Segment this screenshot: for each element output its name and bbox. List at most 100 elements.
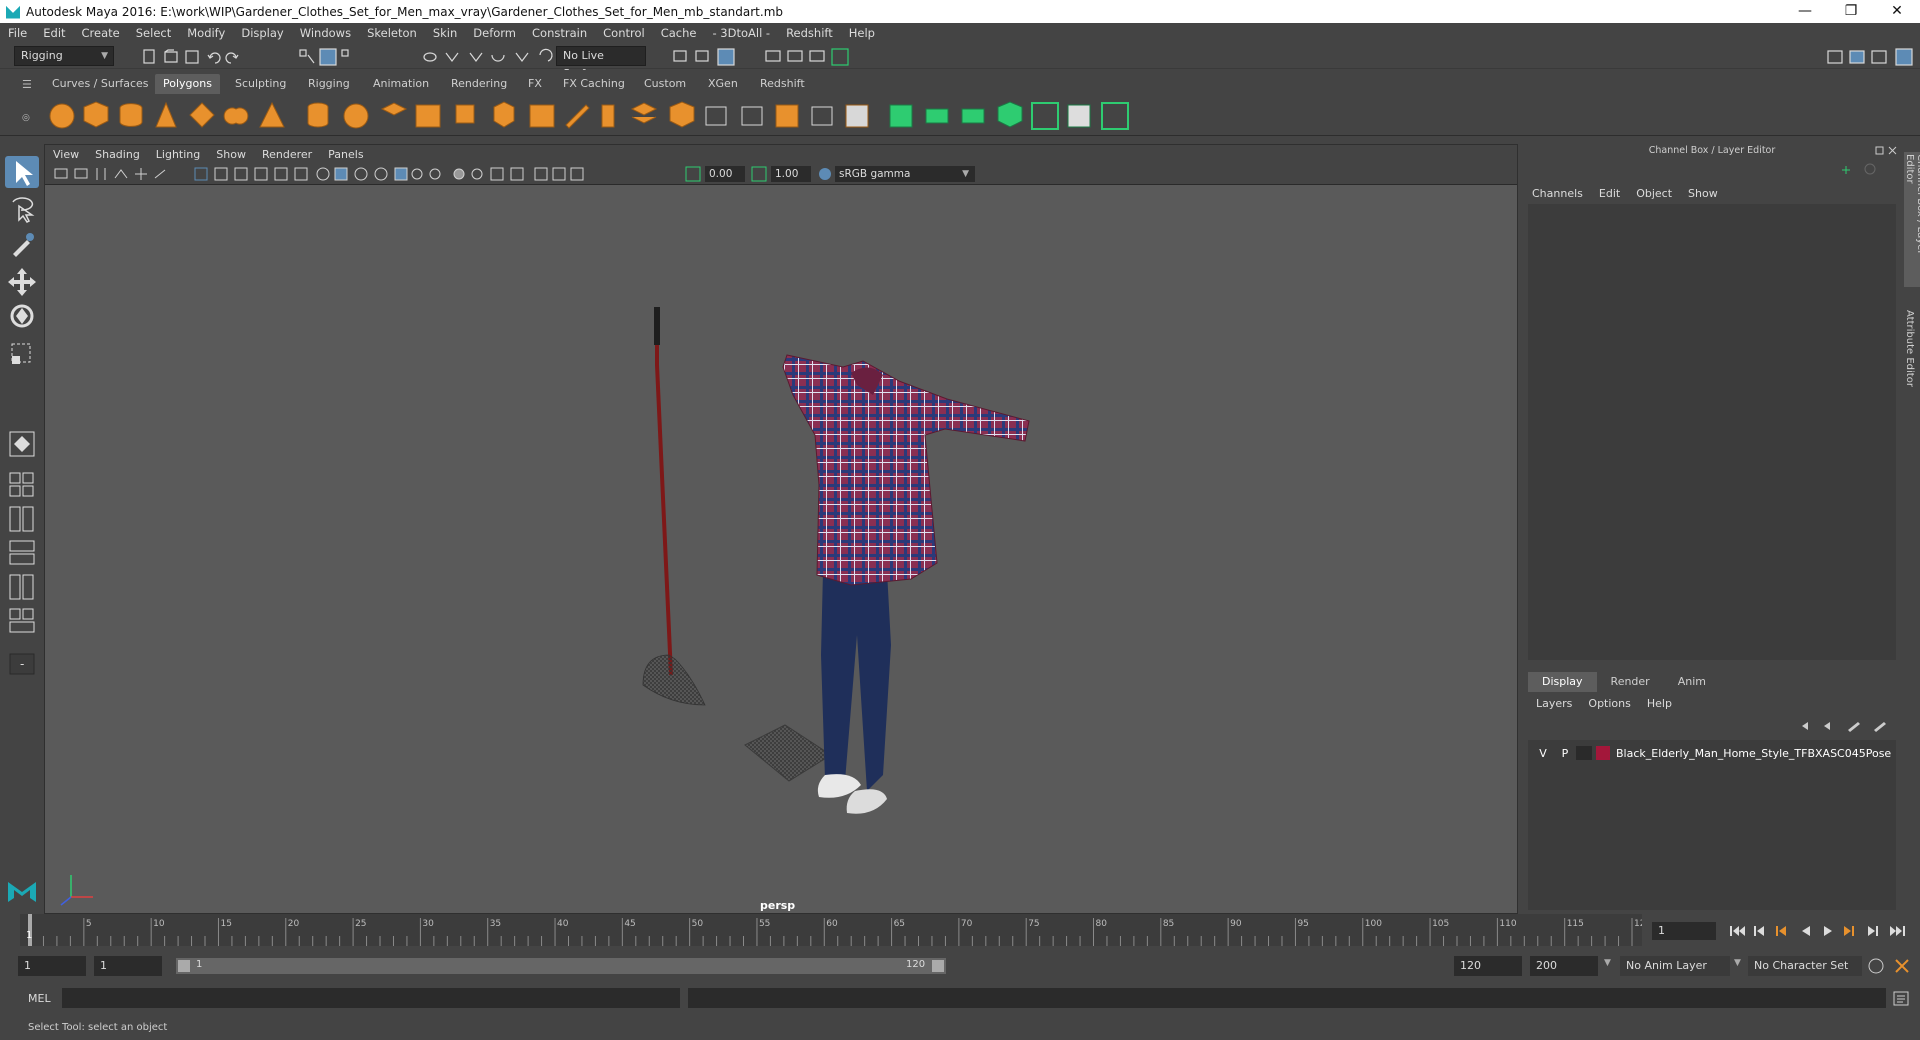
layer-name[interactable]: Black_Elderly_Man_Home_Style_TFBXASC045P… [1616, 747, 1891, 760]
layout-hypershade-icon[interactable] [5, 606, 39, 638]
restore-button[interactable]: ❐ [1828, 0, 1874, 23]
live-surface-field[interactable]: No Live Surface [556, 46, 646, 80]
rotate-tool-icon[interactable] [5, 300, 39, 332]
auto-key-icons[interactable] [1866, 956, 1916, 976]
color-management-icon[interactable] [817, 166, 833, 182]
layout-graph-icon[interactable] [5, 572, 39, 604]
menu-3dtoall[interactable]: - 3DtoAll - [704, 26, 778, 40]
side-tab-attribute-editor[interactable]: Attribute Editor [1904, 310, 1915, 387]
layer-row[interactable]: V P Black_Elderly_Man_Home_Style_TFBXASC… [1532, 744, 1892, 762]
gamma-field[interactable]: 1.00 [771, 166, 811, 182]
cb-menu-edit[interactable]: Edit [1591, 187, 1628, 200]
layer-action-icons[interactable] [1798, 718, 1898, 734]
panel-menu-lighting[interactable]: Lighting [148, 148, 208, 161]
panel-menu-view[interactable]: View [45, 148, 87, 161]
menu-select[interactable]: Select [128, 26, 179, 40]
menu-windows[interactable]: Windows [292, 26, 359, 40]
playback-end-field[interactable]: 120 [1454, 956, 1522, 976]
cb-menu-object[interactable]: Object [1628, 187, 1680, 200]
tab-xgen[interactable]: XGen [700, 74, 746, 94]
chevron-down-icon[interactable]: ▼ [1734, 958, 1741, 968]
tab-rendering[interactable]: Rendering [443, 74, 515, 94]
command-input[interactable] [62, 988, 680, 1008]
tab-sculpting[interactable]: Sculpting [227, 74, 294, 94]
tab-display-layers[interactable]: Display [1528, 672, 1597, 692]
time-slider-track[interactable]: 5 10 15 20 25 30 35 40 45 50 55 60 65 70 75 80 85 90 95 100… [20, 914, 1651, 946]
le-menu-options[interactable]: Options [1580, 697, 1638, 710]
jeans-model[interactable] [821, 571, 891, 791]
menu-redshift[interactable]: Redshift [778, 26, 841, 40]
range-bar[interactable]: 1 120 [176, 958, 946, 974]
tab-animation[interactable]: Animation [365, 74, 437, 94]
character-set-dropdown[interactable]: No Character Set [1748, 956, 1862, 976]
side-tab-channel-box[interactable]: Channel Box / Layer Editor [1904, 152, 1920, 287]
scene-render[interactable] [45, 185, 1517, 913]
move-tool-icon[interactable] [5, 264, 39, 296]
layer-playback-toggle[interactable]: P [1554, 747, 1576, 760]
show-manipulator-icon[interactable] [5, 428, 39, 460]
layer-visibility-toggle[interactable]: V [1532, 747, 1554, 760]
menu-create[interactable]: Create [74, 26, 128, 40]
tab-fx[interactable]: FX [520, 74, 550, 94]
tab-rigging[interactable]: Rigging [300, 74, 358, 94]
paint-select-tool-icon[interactable] [5, 228, 39, 260]
panel-menu-renderer[interactable]: Renderer [254, 148, 320, 161]
shirt-model[interactable] [782, 354, 1030, 586]
menu-file[interactable]: File [0, 26, 35, 40]
script-editor-icon[interactable] [1892, 990, 1912, 1008]
cb-menu-show[interactable]: Show [1680, 187, 1726, 200]
panel-toolbar-icons[interactable] [53, 166, 733, 182]
tab-curves-surfaces[interactable]: Curves / Surfaces [44, 74, 157, 94]
gamma-icon[interactable] [751, 166, 767, 182]
menu-modify[interactable]: Modify [179, 26, 233, 40]
layout-two-panel-icon[interactable] [5, 504, 39, 536]
shelf-menu-icon[interactable]: ☰ [22, 78, 32, 91]
menuset-dropdown[interactable]: Rigging ▼ [14, 46, 114, 66]
tab-redshift[interactable]: Redshift [752, 74, 813, 94]
menu-skin[interactable]: Skin [425, 26, 465, 40]
layer-color-swatch[interactable] [1596, 746, 1610, 760]
tab-polygons[interactable]: Polygons [155, 74, 220, 94]
menu-control[interactable]: Control [595, 26, 653, 40]
shelf-options-icon[interactable]: ◎ [22, 113, 30, 123]
menu-cache[interactable]: Cache [653, 26, 705, 40]
minimize-button[interactable]: — [1782, 0, 1828, 23]
tab-anim-layers[interactable]: Anim [1664, 672, 1720, 692]
end-time-field[interactable]: 200 [1530, 956, 1598, 976]
range-end-handle[interactable] [932, 960, 944, 972]
exposure-icon[interactable] [685, 166, 701, 182]
menu-display[interactable]: Display [233, 26, 291, 40]
colorspace-dropdown[interactable]: sRGB gamma ▼ [835, 166, 975, 182]
3d-viewport[interactable]: persp [45, 185, 1517, 913]
start-time-field[interactable]: 1 [18, 956, 86, 976]
playback-controls[interactable] [1728, 922, 1918, 940]
panel-float-close-icons[interactable] [1874, 145, 1900, 157]
current-frame-field[interactable]: 1 [1652, 922, 1716, 940]
anim-layer-menu-icon[interactable]: ▼ [1604, 958, 1611, 968]
scale-tool-icon[interactable] [5, 336, 39, 368]
command-language[interactable]: MEL [28, 992, 51, 1005]
menu-constrain[interactable]: Constrain [524, 26, 595, 40]
select-tool-icon[interactable] [5, 156, 39, 188]
tab-fx-caching[interactable]: FX Caching [555, 74, 633, 94]
channel-list[interactable] [1528, 204, 1896, 660]
channel-box-tool-icons[interactable] [1840, 162, 1880, 176]
layout-more-icon[interactable]: - [5, 648, 39, 680]
panel-menu-panels[interactable]: Panels [320, 148, 371, 161]
le-menu-layers[interactable]: Layers [1528, 697, 1580, 710]
panel-menu-show[interactable]: Show [208, 148, 254, 161]
range-start-handle[interactable] [178, 960, 190, 972]
lasso-tool-icon[interactable] [5, 192, 39, 224]
layer-type-toggle[interactable] [1576, 746, 1592, 760]
anim-layer-dropdown[interactable]: No Anim Layer [1620, 956, 1730, 976]
tab-render-layers[interactable]: Render [1597, 672, 1664, 692]
cb-menu-channels[interactable]: Channels [1524, 187, 1591, 200]
rake-model[interactable] [642, 307, 706, 706]
playback-start-field[interactable]: 1 [94, 956, 162, 976]
menu-skeleton[interactable]: Skeleton [359, 26, 425, 40]
menu-edit[interactable]: Edit [35, 26, 73, 40]
layout-four-panel-icon[interactable] [5, 470, 39, 502]
le-menu-help[interactable]: Help [1639, 697, 1680, 710]
layout-outliner-icon[interactable] [5, 538, 39, 570]
menu-help[interactable]: Help [841, 26, 883, 40]
